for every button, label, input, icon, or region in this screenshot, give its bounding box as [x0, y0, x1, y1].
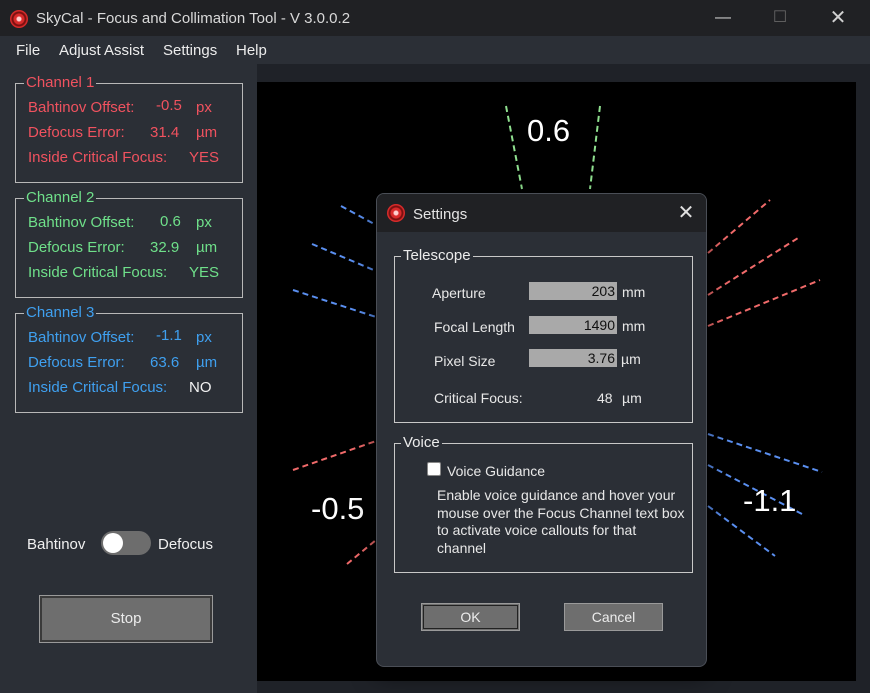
- channel-1-defocus-value: 31.4: [150, 124, 180, 141]
- mode-defocus-label: Defocus: [158, 536, 214, 553]
- ok-button[interactable]: OK: [421, 603, 520, 631]
- channel-3-critical-label: Inside Critical Focus:: [28, 379, 168, 396]
- stop-button[interactable]: Stop: [39, 595, 213, 643]
- minimize-button[interactable]: —: [700, 6, 746, 30]
- channel-2-offset-unit: px: [196, 214, 212, 231]
- menu-bar: File Adjust Assist Settings Help: [0, 36, 870, 64]
- channel-2-critical-value: YES: [189, 264, 220, 281]
- channel-1-group[interactable]: Channel 1 Bahtinov Offset: -0.5 px Defoc…: [15, 74, 243, 183]
- app-logo-icon: [10, 10, 28, 28]
- close-window-button[interactable]: ✕: [815, 6, 861, 30]
- aperture-label: Aperture: [432, 285, 486, 301]
- spike-red-3: [707, 279, 821, 327]
- channel-3-group[interactable]: Channel 3 Bahtinov Offset: -1.1 px Defoc…: [15, 304, 243, 413]
- channel-1-offset-unit: px: [196, 99, 212, 116]
- channel-2-defocus-unit: µm: [196, 239, 218, 256]
- spike-red-5: [346, 539, 377, 565]
- voice-group-label: Voice: [401, 434, 442, 451]
- spike-blue-1: [340, 205, 377, 226]
- focal-length-unit: mm: [622, 318, 646, 334]
- voice-guidance-label[interactable]: Voice Guidance: [447, 463, 545, 479]
- mode-bahtinov-label: Bahtinov: [27, 536, 86, 553]
- channel-1-defocus-label: Defocus Error:: [28, 124, 125, 141]
- telescope-group-label: Telescope: [401, 247, 473, 264]
- channel-panel: Channel 1 Bahtinov Offset: -0.5 px Defoc…: [0, 64, 257, 693]
- channel-1-critical-label: Inside Critical Focus:: [28, 149, 168, 166]
- maximize-button[interactable]: ☐: [757, 6, 803, 30]
- window-title: SkyCal - Focus and Collimation Tool - V …: [36, 10, 351, 27]
- dialog-title-bar: Settings ✕: [377, 194, 706, 232]
- menu-settings[interactable]: Settings: [163, 42, 217, 59]
- critical-focus-unit: µm: [622, 390, 642, 406]
- critical-focus-label: Critical Focus:: [434, 390, 523, 406]
- critical-focus-value: 48: [597, 390, 613, 406]
- channel-3-offset-value: -1.1: [156, 327, 182, 344]
- spike-red-2: [707, 237, 799, 296]
- channel-1-defocus-unit: µm: [196, 124, 218, 141]
- spike-red-4: [292, 440, 377, 471]
- focal-length-label: Focal Length: [434, 319, 515, 335]
- aperture-input[interactable]: 203: [529, 282, 617, 300]
- channel-2-critical-label: Inside Critical Focus:: [28, 264, 168, 281]
- channel-2-label: Channel 2: [24, 189, 97, 206]
- channel-2-defocus-label: Defocus Error:: [28, 239, 125, 256]
- telescope-group: Telescope Aperture 203 mm Focal Length 1…: [394, 247, 693, 423]
- top-offset-readout: 0.6: [527, 113, 571, 148]
- channel-1-offset-value: -0.5: [156, 97, 182, 114]
- channel-3-label: Channel 3: [24, 304, 97, 321]
- channel-3-critical-value: NO: [189, 379, 212, 396]
- pixel-size-label: Pixel Size: [434, 353, 496, 369]
- channel-2-offset-label: Bahtinov Offset:: [28, 214, 135, 231]
- left-offset-readout: -0.5: [311, 491, 365, 526]
- spike-blue-2: [311, 243, 377, 272]
- menu-help[interactable]: Help: [236, 42, 267, 59]
- channel-3-defocus-unit: µm: [196, 354, 218, 371]
- cancel-button[interactable]: Cancel: [564, 603, 663, 631]
- dialog-logo-icon: [387, 204, 405, 222]
- settings-dialog: Settings ✕ Telescope Aperture 203 mm Foc…: [376, 193, 707, 667]
- pixel-size-unit: µm: [621, 351, 641, 367]
- channel-3-offset-label: Bahtinov Offset:: [28, 329, 135, 346]
- menu-file[interactable]: File: [16, 42, 40, 59]
- pixel-size-input[interactable]: 3.76: [529, 349, 617, 367]
- channel-1-label: Channel 1: [24, 74, 97, 91]
- mode-toggle-switch[interactable]: [101, 531, 151, 555]
- channel-3-defocus-value: 63.6: [150, 354, 180, 371]
- spike-blue-4: [707, 433, 823, 473]
- dialog-close-button[interactable]: ✕: [673, 200, 699, 226]
- channel-1-offset-label: Bahtinov Offset:: [28, 99, 135, 116]
- dialog-title: Settings: [413, 206, 468, 223]
- voice-guidance-checkbox[interactable]: [427, 462, 441, 476]
- channel-1-critical-value: YES: [189, 149, 220, 166]
- spike-blue-3: [292, 289, 377, 318]
- right-offset-readout: -1.1: [743, 483, 797, 518]
- channel-3-offset-unit: px: [196, 329, 212, 346]
- spike-red-1: [707, 199, 771, 254]
- title-bar: SkyCal - Focus and Collimation Tool - V …: [0, 0, 870, 36]
- focal-length-input[interactable]: 1490: [529, 316, 617, 334]
- menu-adjust-assist[interactable]: Adjust Assist: [59, 42, 144, 59]
- aperture-unit: mm: [622, 284, 646, 300]
- spike-green-2: [589, 105, 601, 190]
- channel-2-offset-value: 0.6: [160, 213, 181, 230]
- toggle-knob: [103, 533, 123, 553]
- channel-2-group[interactable]: Channel 2 Bahtinov Offset: 0.6 px Defocu…: [15, 189, 243, 298]
- channel-3-defocus-label: Defocus Error:: [28, 354, 125, 371]
- channel-2-defocus-value: 32.9: [150, 239, 180, 256]
- spike-green-1: [505, 105, 523, 190]
- voice-guidance-description: Enable voice guidance and hover your mou…: [437, 487, 685, 556]
